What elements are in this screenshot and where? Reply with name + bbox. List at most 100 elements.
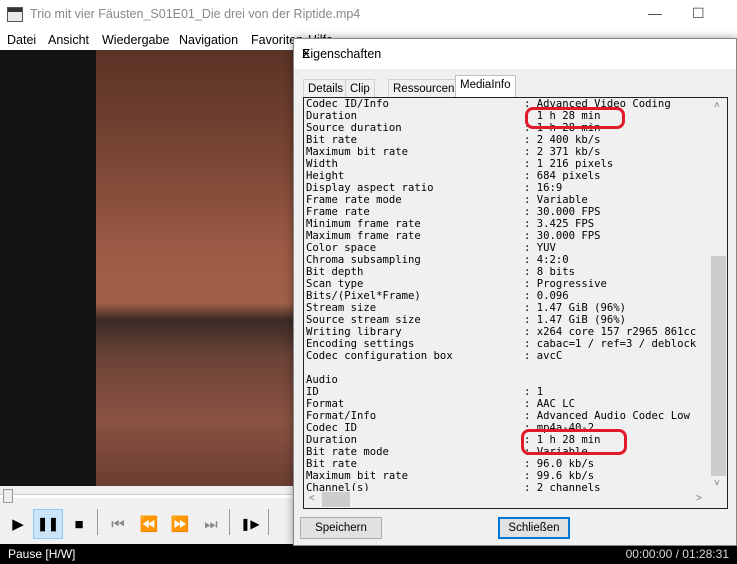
minimize-button[interactable]: — [648,5,662,21]
row-label: Source stream size [306,314,421,326]
row-value: : 8 bits [524,266,576,278]
row-value: : 1 [524,386,544,398]
row-label: Source duration [306,122,402,134]
row-value: : 2 371 kb/s [524,146,601,158]
row-value: : 1 216 pixels [524,158,614,170]
row-label: Scan type [306,278,364,290]
stop-button[interactable]: ■ [64,509,94,539]
row-label: Height [306,170,345,182]
row-label: Duration [306,434,358,446]
status-text: Pause [H/W] [8,547,76,561]
row-value: : avcC [524,350,563,362]
rewind-button[interactable]: ⏪ [134,509,164,539]
row-label: Maximum bit rate [306,470,409,482]
scroll-up-icon[interactable]: ˄ [714,100,720,111]
scroll-left-icon[interactable]: < [309,493,315,504]
properties-dialog: Eigenschaften X Details Clip Ressourcen … [293,38,737,546]
menu-navigation[interactable]: Navigation [179,33,238,47]
separator [268,509,269,535]
row-label: Writing library [306,326,402,338]
row-value: : 2 400 kb/s [524,134,601,146]
row-label: Audio [306,374,338,386]
row-value: : Advanced Audio Codec Low [524,410,690,422]
tab-details[interactable]: Details [303,79,349,98]
scroll-down-icon[interactable]: ˅ [714,478,720,489]
row-label: Width [306,158,338,170]
row-label: Display aspect ratio [306,182,434,194]
row-label: Stream size [306,302,377,314]
tab-clip[interactable]: Clip [345,79,375,98]
pause-button[interactable]: ❚❚ [33,509,63,539]
row-value: : 16:9 [524,182,563,194]
row-label: Frame rate [306,206,370,218]
app-icon [7,7,23,22]
row-value: : 30.000 FPS [524,206,601,218]
row-label: Codec configuration box [306,350,453,362]
forward-button[interactable]: ⏩ [165,509,195,539]
horizontal-scrollbar[interactable]: < > [304,491,710,508]
close-icon[interactable]: X [302,47,728,61]
row-label: Format/Info [306,410,377,422]
row-label: Minimum frame rate [306,218,421,230]
row-label: ID [306,386,319,398]
title-bar: Trio mit vier Fäusten_S01E01_Die drei vo… [0,0,737,30]
video-frame [96,50,296,486]
row-value: : AAC LC [524,398,576,410]
mediainfo-text[interactable]: Channel(s): 2 channels Maximum bit rate: … [303,97,728,509]
row-value: : 0.096 [524,290,569,302]
scroll-right-icon[interactable]: > [696,493,702,504]
tab-mediainfo[interactable]: MediaInfo [455,75,516,98]
separator [229,509,230,535]
separator [97,509,98,535]
menu-datei[interactable]: Datei [7,33,36,47]
row-value: : cabac=1 / ref=3 / deblock [524,338,697,350]
row-label: Bit rate [306,134,358,146]
next-button[interactable]: ⏭ [196,509,226,539]
row-value: : 99.6 kb/s [524,470,595,482]
menu-ansicht[interactable]: Ansicht [48,33,89,47]
time-display: 00:00:00 / 01:28:31 [625,547,729,561]
row-label: Duration [306,110,358,122]
dialog-title-bar: Eigenschaften X [294,39,736,69]
row-value: : 4:2:0 [524,254,569,266]
highlight-ellipse [521,429,627,455]
row-label: Chroma subsampling [306,254,421,266]
row-value: : Progressive [524,278,607,290]
scroll-thumb[interactable] [711,256,726,476]
seek-thumb[interactable] [3,489,13,503]
status-bar: Pause [H/W] 00:00:00 / 01:28:31 [0,544,737,564]
row-label: Bit depth [306,266,364,278]
close-button[interactable]: Schließen [498,517,570,539]
row-label: Codec ID [306,422,358,434]
row-label: Bit rate [306,458,358,470]
row-label: Bits/(Pixel*Frame) [306,290,421,302]
frame-step-button[interactable]: ❚▶ [235,509,265,539]
row-label: Maximum frame rate [306,230,421,242]
row-label: Encoding settings [306,338,415,350]
row-value: : YUV [524,242,556,254]
tab-ressourcen[interactable]: Ressourcen [388,79,460,98]
row-label: Codec ID/Info [306,98,389,110]
row-label: Frame rate mode [306,194,402,206]
row-value: : 684 pixels [524,170,601,182]
row-label: Format [306,398,345,410]
previous-button[interactable]: ⏮ [103,509,133,539]
scroll-thumb[interactable] [322,492,350,507]
row-value: : Variable [524,194,588,206]
row-value: : 96.0 kb/s [524,458,595,470]
row-value: : x264 core 157 r2965 861cc [524,326,697,338]
row-label: Maximum bit rate [306,146,409,158]
window-title: Trio mit vier Fäusten_S01E01_Die drei vo… [30,7,361,21]
row-label: Color space [306,242,377,254]
play-button[interactable]: ▶ [3,509,33,539]
save-button[interactable]: Speichern [300,517,382,539]
highlight-ellipse [525,107,625,129]
row-value: : 30.000 FPS [524,230,601,242]
row-value: : 1.47 GiB (96%) [524,314,627,326]
vertical-scrollbar[interactable]: ˄ ˅ [710,98,727,493]
menu-wiedergabe[interactable]: Wiedergabe [102,33,169,47]
row-label: Bit rate mode [306,446,389,458]
row-value: : 1.47 GiB (96%) [524,302,627,314]
row-value: : 3.425 FPS [524,218,595,230]
maximize-button[interactable]: ☐ [692,5,705,22]
